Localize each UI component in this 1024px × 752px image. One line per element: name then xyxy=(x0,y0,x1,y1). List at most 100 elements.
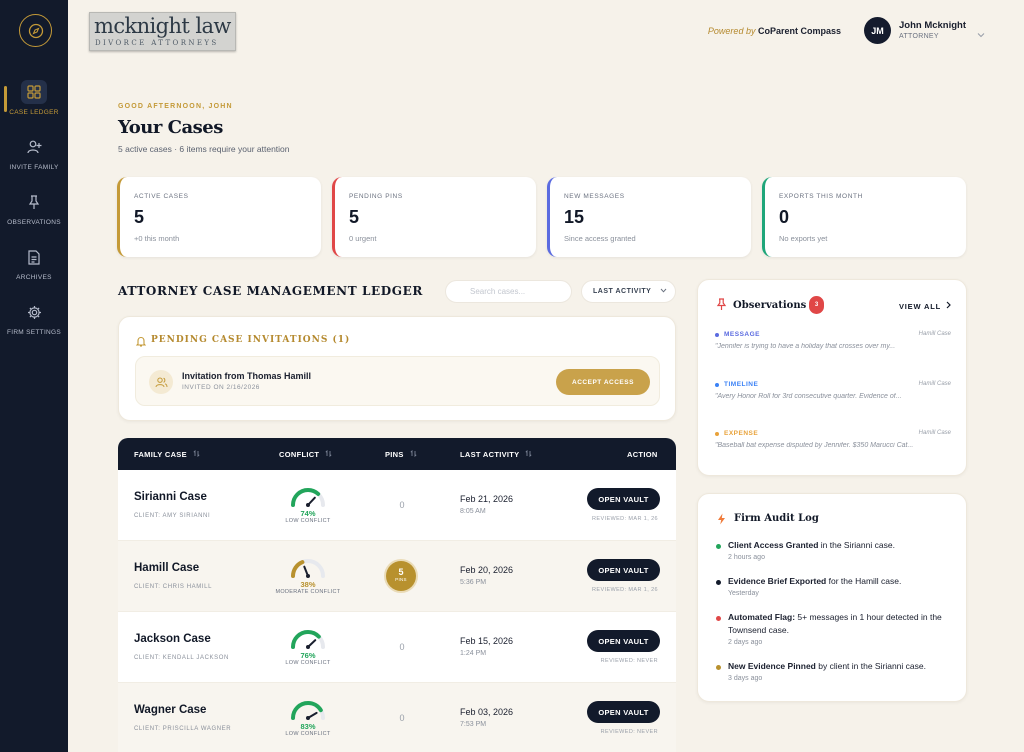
observation-type-label: TIMELINE xyxy=(724,381,759,388)
column-header-last-activity[interactable]: LAST ACTIVITY xyxy=(460,449,532,459)
invitation-date: INVITED ON 2/16/2026 xyxy=(182,384,260,391)
table-row[interactable]: Sirianni Case CLIENT: AMY SIRIANNI 74% L… xyxy=(118,470,676,541)
case-client: CLIENT: AMY SIRIANNI xyxy=(134,513,211,519)
sidebar: CASE LEDGER INVITE FAMILY OBSERVATIONS A… xyxy=(0,0,68,752)
gear-icon xyxy=(21,300,47,324)
audit-text: Evidence Brief Exported for the Hamill c… xyxy=(728,575,956,588)
user-name[interactable]: John Mcknight xyxy=(899,20,966,31)
accept-access-button[interactable]: ACCEPT ACCESS xyxy=(556,369,650,395)
sort-dropdown[interactable]: LAST ACTIVITY xyxy=(581,280,676,303)
activity-time: 1:24 PM xyxy=(460,650,487,657)
open-vault-button[interactable]: OPEN VAULT xyxy=(587,488,660,510)
stat-subtext: +0 this month xyxy=(134,234,180,243)
chevron-down-icon[interactable] xyxy=(977,25,985,43)
open-vault-button[interactable]: OPEN VAULT xyxy=(587,559,660,581)
observation-type-dot xyxy=(715,431,719,436)
pending-invitations-title: PENDING CASE INVITATIONS (1) xyxy=(151,335,351,345)
conflict-percent: 76% xyxy=(300,651,316,660)
observations-count-badge: 3 xyxy=(809,296,824,314)
firm-logo: mcknight law DIVORCE ATTORNEYS xyxy=(89,12,236,51)
observation-case: Hamill Case xyxy=(918,331,951,337)
case-name[interactable]: Jackson Case xyxy=(134,633,211,645)
activity-date: Feb 21, 2026 xyxy=(460,494,514,504)
chevron-right-icon xyxy=(946,301,951,311)
lightning-icon xyxy=(717,512,726,530)
sidebar-item-observations[interactable]: OBSERVATIONS xyxy=(0,190,68,226)
powered-by-prefix: Powered by xyxy=(707,26,756,36)
audit-event: Evidence Brief Exported xyxy=(728,576,827,586)
sidebar-item-case-ledger[interactable]: CASE LEDGER xyxy=(0,80,68,116)
open-vault-button[interactable]: OPEN VAULT xyxy=(587,630,660,652)
case-client: CLIENT: PRISCILLA WAGNER xyxy=(134,726,232,732)
table-row[interactable]: Hamill Case CLIENT: CHRIS HAMILL 38% MOD… xyxy=(118,541,676,612)
sort-dropdown-label: LAST ACTIVITY xyxy=(593,288,652,295)
stat-subtext: 0 urgent xyxy=(349,234,377,243)
stat-label: EXPORTS THIS MONTH xyxy=(779,193,863,200)
audit-text: Automated Flag: 5+ messages in 1 hour de… xyxy=(728,611,956,637)
audit-text: Client Access Granted in the Sirianni ca… xyxy=(728,539,956,552)
compass-logo-icon[interactable] xyxy=(19,14,52,47)
conflict-gauge xyxy=(291,630,325,649)
pin-icon xyxy=(21,190,47,214)
sidebar-item-label: ARCHIVES xyxy=(16,274,52,281)
activity-date: Feb 20, 2026 xyxy=(460,565,514,575)
audit-time: 2 days ago xyxy=(728,639,763,646)
column-header-pins[interactable]: PINS xyxy=(385,449,417,459)
audit-status-dot xyxy=(716,544,721,549)
audit-detail: for the Hamill case. xyxy=(826,576,902,586)
case-client: CLIENT: CHRIS HAMILL xyxy=(134,584,213,590)
case-client: CLIENT: KENDALL JACKSON xyxy=(134,655,229,661)
conflict-level: MODERATE CONFLICT xyxy=(275,589,341,595)
observations-title: Observations xyxy=(733,300,807,311)
reviewed-status: REVIEWED: MAR 1, 26 xyxy=(592,516,658,522)
sidebar-item-label: CASE LEDGER xyxy=(9,109,59,116)
firm-logo-name: mcknight law xyxy=(94,14,231,38)
observation-text: "Jennifer is trying to have a holiday th… xyxy=(715,343,896,350)
activity-time: 7:53 PM xyxy=(460,721,487,728)
activity-date: Feb 15, 2026 xyxy=(460,636,514,646)
observation-type: TIMELINE xyxy=(715,381,758,388)
chevron-down-icon xyxy=(660,288,667,295)
column-header-conflict[interactable]: CONFLICT xyxy=(279,449,332,459)
case-name[interactable]: Wagner Case xyxy=(134,704,206,716)
stat-value: 0 xyxy=(779,207,790,227)
view-all-link[interactable]: VIEW ALL xyxy=(899,301,951,311)
case-name[interactable]: Hamill Case xyxy=(134,562,199,574)
firm-logo-tagline: DIVORCE ATTORNEYS xyxy=(95,39,219,47)
audit-status-dot xyxy=(716,616,721,621)
pins-badge[interactable]: 5 PINS xyxy=(386,561,416,591)
audit-event: New Evidence Pinned xyxy=(728,661,816,671)
column-header-family-case[interactable]: FAMILY CASE xyxy=(134,449,200,459)
case-table: FAMILY CASE CONFLICT PINS LAST ACTIVITY … xyxy=(118,438,676,752)
sidebar-item-label: OBSERVATIONS xyxy=(7,219,61,226)
table-header: FAMILY CASE CONFLICT PINS LAST ACTIVITY … xyxy=(118,438,676,470)
stat-value: 5 xyxy=(349,207,360,227)
table-row[interactable]: Wagner Case CLIENT: PRISCILLA WAGNER 83%… xyxy=(118,683,676,752)
sidebar-item-invite-family[interactable]: INVITE FAMILY xyxy=(0,135,68,171)
observation-type-dot xyxy=(715,332,719,337)
activity-time: 5:36 PM xyxy=(460,579,487,586)
open-vault-button[interactable]: OPEN VAULT xyxy=(587,701,660,723)
sidebar-item-archives[interactable]: ARCHIVES xyxy=(0,245,68,281)
pins-count: 5 xyxy=(398,567,404,577)
search-input[interactable] xyxy=(445,280,572,303)
observation-case: Hamill Case xyxy=(918,381,951,387)
activity-date: Feb 03, 2026 xyxy=(460,707,514,717)
conflict-level: LOW CONFLICT xyxy=(285,731,331,737)
avatar[interactable]: JM xyxy=(864,17,891,44)
sidebar-item-firm-settings[interactable]: FIRM SETTINGS xyxy=(0,300,68,336)
observation-text: "Avery Honor Roll for 3rd consecutive qu… xyxy=(715,393,902,400)
observations-panel: Observations 3 VIEW ALL MESSAGE Hamill C… xyxy=(697,279,967,476)
conflict-percent: 38% xyxy=(300,580,316,589)
table-row[interactable]: Jackson Case CLIENT: KENDALL JACKSON 76%… xyxy=(118,612,676,683)
stat-subtext: No exports yet xyxy=(779,234,828,243)
invitation-name: Invitation from Thomas Hamill xyxy=(182,371,312,381)
audit-event: Client Access Granted xyxy=(728,540,819,550)
observation-type: MESSAGE xyxy=(715,331,760,338)
grid-icon xyxy=(21,80,47,104)
audit-detail: in the Sirianni case. xyxy=(818,540,895,550)
page-subtitle: 5 active cases · 6 items require your at… xyxy=(118,144,290,154)
invitation-item: Invitation from Thomas Hamill INVITED ON… xyxy=(135,356,660,406)
case-name[interactable]: Sirianni Case xyxy=(134,491,207,503)
conflict-gauge xyxy=(291,701,325,720)
